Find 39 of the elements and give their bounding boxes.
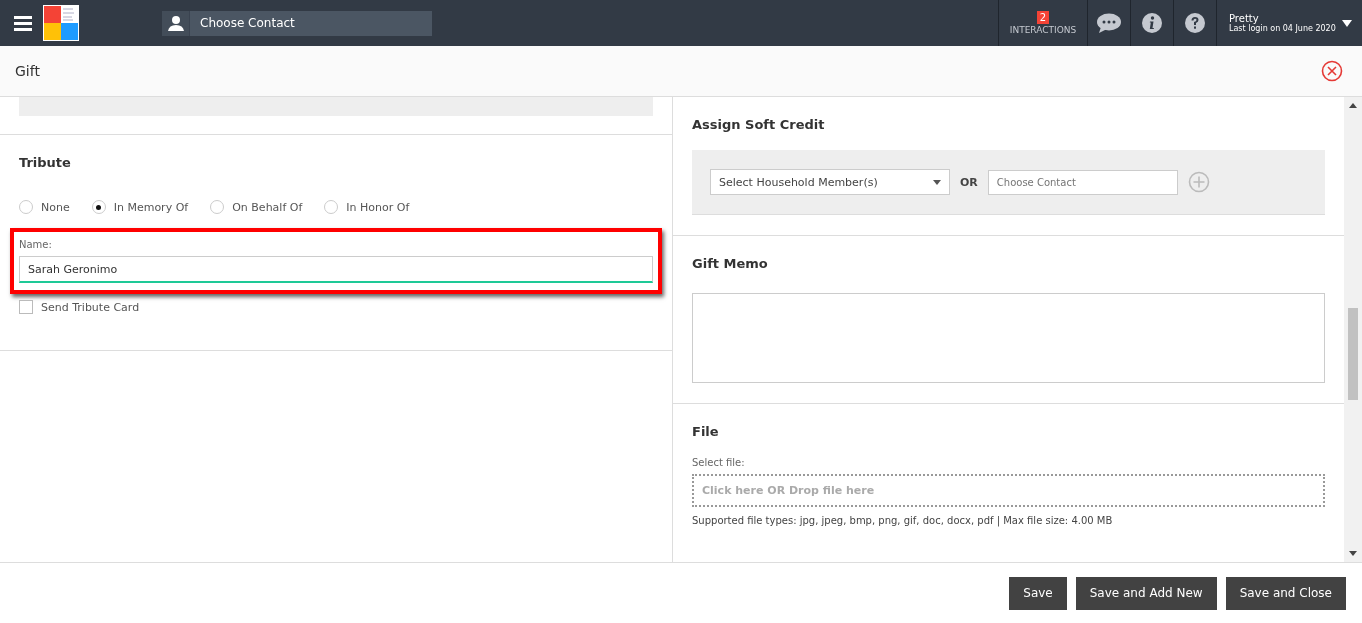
close-icon[interactable] [1321,60,1343,82]
household-select[interactable]: Select Household Member(s) [710,169,950,195]
logo-icon [43,5,79,41]
section-heading: Gift Memo [692,255,769,273]
save-button[interactable]: Save [1009,576,1067,610]
section-heading: File [692,423,720,441]
radio-option[interactable]: In Memory Of [91,200,189,214]
section-heading: Tribute [19,154,72,172]
scrollbar[interactable] [1344,97,1362,562]
radio-option[interactable]: On Behalf Of [210,200,303,214]
help-icon[interactable] [1185,13,1205,33]
save-button[interactable]: Save and Close [1225,576,1346,610]
count-badge: 2 [1036,11,1050,24]
scroll-down-icon[interactable] [1349,551,1357,556]
scroll-up-icon[interactable] [1349,103,1357,108]
menu-icon[interactable] [14,15,32,31]
file-types-note: Supported file types: jpg, jpeg, bmp, png, gif, doc, docx, pdf | Max file size: 4.00 MB [692,515,1114,526]
field-label: Name: [19,239,53,250]
chat-icon[interactable] [1097,13,1121,33]
user-name: Pretty [1229,13,1259,24]
save-button[interactable]: Save and Add New [1075,576,1217,610]
caret-icon [1342,19,1352,27]
caret-icon [933,179,941,185]
contact-field[interactable]: Choose Contact [987,169,1178,195]
info-icon[interactable] [1142,13,1162,33]
or-label: OR [960,175,978,189]
last-login-text: Last login on 04 June 2020 [1229,24,1336,33]
scroll-thumb[interactable] [1348,308,1358,400]
field-label: Select file: [692,457,746,468]
name-field[interactable]: Sarah Geronimo [19,256,653,283]
radio-option[interactable]: In Honor Of [324,200,410,214]
person-icon [167,15,184,31]
radio-option[interactable]: None [19,200,70,214]
section-heading: Assign Soft Credit [692,116,826,134]
interactions-label: INTERACTIONS [1009,25,1077,35]
memo-field[interactable] [692,293,1325,383]
contact-search-field[interactable]: Choose Contact [190,10,432,36]
send-tribute-card-checkbox[interactable]: Send Tribute Card [19,300,653,314]
dialog-title: Gift [15,63,40,79]
